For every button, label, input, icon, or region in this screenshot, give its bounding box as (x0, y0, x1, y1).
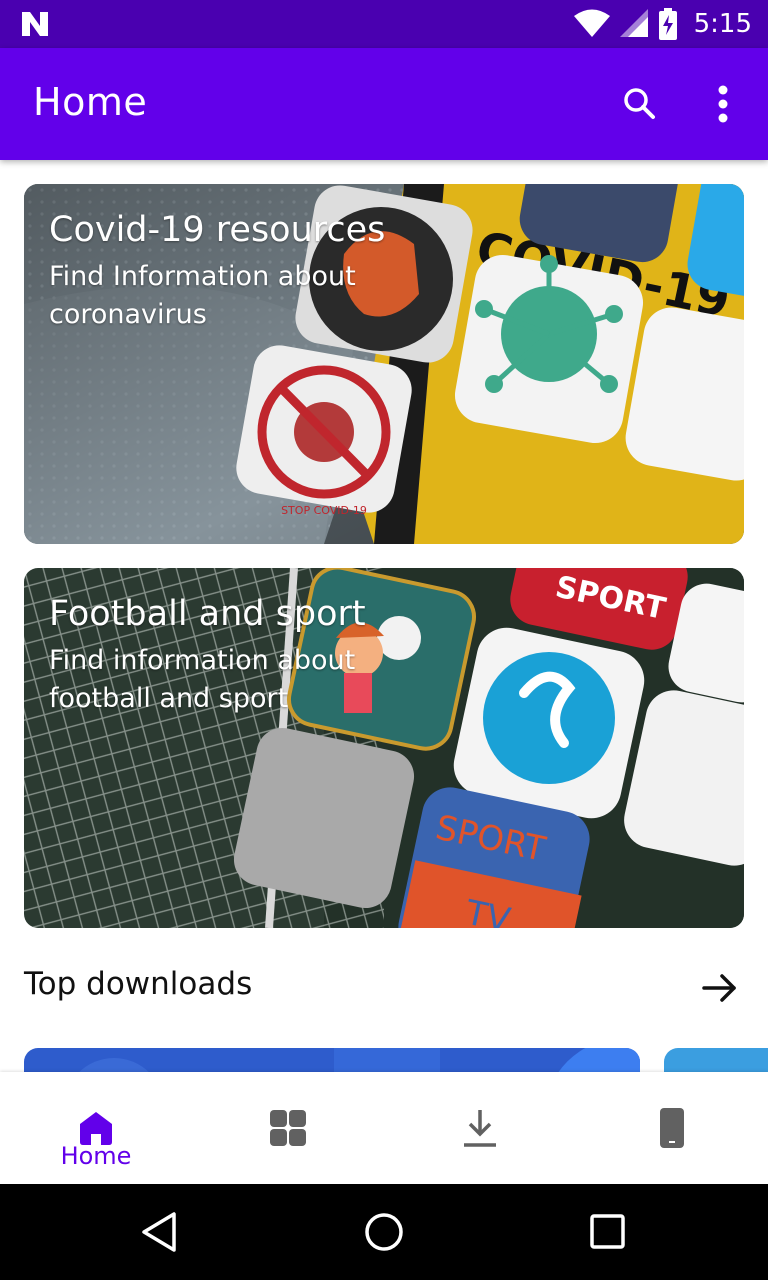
page-title: Home (33, 80, 148, 124)
search-icon[interactable] (614, 78, 666, 130)
nav-item-apps[interactable] (192, 1072, 384, 1184)
download-icon (464, 1110, 496, 1147)
football-sport-card[interactable]: SPORT SPORT TV Football and sport Find i… (24, 568, 744, 928)
back-icon[interactable] (134, 1206, 186, 1258)
status-bar: 5:15 (0, 0, 768, 48)
stop-covid-badge-art: STOP COVID-19 (281, 504, 367, 517)
nav-item-downloads[interactable] (384, 1072, 576, 1184)
wifi-icon (573, 9, 610, 37)
more-vert-icon[interactable] (700, 78, 746, 130)
apps-icon (270, 1110, 306, 1146)
covid-card-title: Covid-19 resources (49, 210, 386, 250)
top-downloads-title: Top downloads (24, 966, 253, 1002)
football-card-subtitle: Find information about football and spor… (49, 645, 356, 714)
covid-card-subtitle: Find Information about coronavirus (49, 261, 356, 330)
nav-label-home: Home (60, 1142, 132, 1170)
signal-icon (619, 9, 648, 37)
app-bar: Home (0, 48, 768, 160)
home-circle-icon[interactable] (358, 1206, 410, 1258)
nav-item-device[interactable] (576, 1072, 768, 1184)
covid-resources-card[interactable]: COVID-19 STOP COVID-19 Covid-19 resource… (24, 184, 744, 544)
battery-charging-icon (658, 8, 677, 40)
recents-icon[interactable] (582, 1206, 634, 1258)
football-card-title: Football and sport (49, 594, 366, 634)
arrow-forward-icon[interactable] (700, 968, 740, 1008)
notification-n-icon (22, 12, 48, 36)
status-time: 5:15 (693, 9, 752, 39)
nav-item-home[interactable]: Home (0, 1072, 192, 1184)
system-navigation-bar (0, 1184, 768, 1280)
bottom-navigation: Home (0, 1072, 768, 1184)
device-icon (660, 1108, 684, 1148)
